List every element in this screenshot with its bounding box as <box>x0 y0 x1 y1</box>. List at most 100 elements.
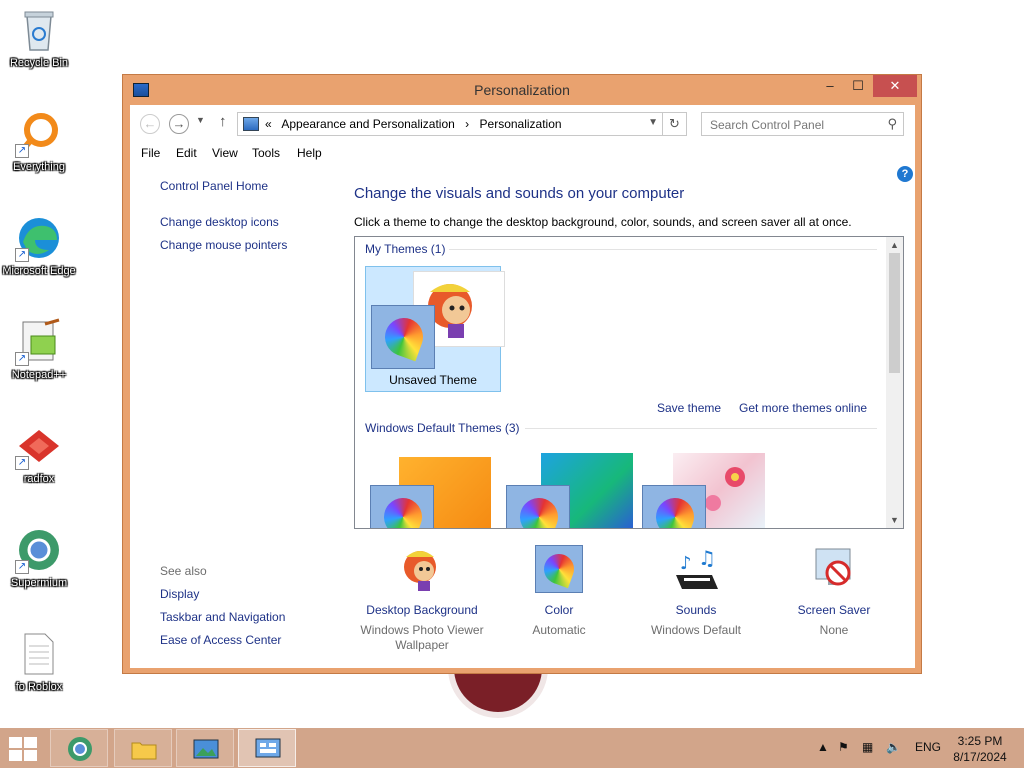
back-button[interactable]: ← <box>140 114 160 134</box>
my-themes-header: My Themes (1) <box>365 242 446 256</box>
screen-saver-item[interactable]: Screen Saver None <box>766 545 902 638</box>
show-hidden-icons-chevron-up-icon[interactable]: ▲ <box>817 740 829 754</box>
windows-logo-icon <box>9 737 22 748</box>
search-icon: ⚲ <box>887 116 897 131</box>
get-more-themes-link[interactable]: Get more themes online <box>739 401 867 415</box>
theme-windows[interactable] <box>365 449 501 528</box>
clock-time: 3:25 PM <box>957 734 1003 748</box>
start-button[interactable] <box>9 737 39 761</box>
shortcut-arrow-icon: ↗ <box>15 456 29 470</box>
color-label[interactable]: Color <box>491 603 627 617</box>
breadcrumb-personalization[interactable]: Personalization <box>480 117 562 131</box>
search-input[interactable]: Search Control Panel ⚲ <box>701 112 904 136</box>
desktop-icon-supermium[interactable]: ↗ Supermium <box>2 526 76 590</box>
change-mouse-pointers-link[interactable]: Change mouse pointers <box>160 238 287 252</box>
clock[interactable]: 3:25 PM 8/17/2024 <box>950 733 1010 765</box>
text-file-icon <box>15 630 63 678</box>
input-language[interactable]: ENG <box>915 740 941 754</box>
help-icon[interactable]: ? <box>897 166 913 182</box>
save-theme-link[interactable]: Save theme <box>657 401 721 415</box>
navigation-bar: ← → ▼ ↑ « Appearance and Personalization… <box>130 105 915 141</box>
menu-view[interactable]: View <box>212 146 238 160</box>
sounds-label[interactable]: Sounds <box>628 603 764 617</box>
desktop-background-value: Windows Photo Viewer Wallpaper <box>360 623 484 652</box>
refresh-icon[interactable]: ↻ <box>662 113 686 135</box>
screen-saver-value: None <box>819 623 849 637</box>
recent-locations-chevron-down-icon[interactable]: ▼ <box>196 115 205 125</box>
scrollbar-thumb[interactable] <box>889 253 900 373</box>
themes-scrollbar[interactable]: ▲ ▼ <box>886 237 903 528</box>
clock-date: 8/17/2024 <box>953 750 1007 764</box>
scroll-up-icon[interactable]: ▲ <box>886 237 903 253</box>
desktop-icon-microsoft-edge[interactable]: ↗ Microsoft Edge <box>2 214 76 278</box>
taskbar-photo-viewer[interactable] <box>176 729 234 767</box>
edge-icon: ↗ <box>15 214 63 262</box>
maximize-button[interactable]: ☐ <box>845 75 871 97</box>
menu-tools[interactable]: Tools <box>252 146 280 160</box>
menu-edit[interactable]: Edit <box>176 146 197 160</box>
color-swatch-icon <box>506 485 570 528</box>
title-bar[interactable]: Personalization – ☐ ✕ <box>123 75 921 105</box>
desktop-icon-label: fo Roblox <box>15 681 63 693</box>
taskbar-control-panel[interactable] <box>238 729 296 767</box>
theme-name: Unsaved Theme <box>389 373 477 387</box>
notepad-plus-plus-icon: ↗ <box>15 318 63 366</box>
breadcrumb: « Appearance and Personalization › Perso… <box>265 117 569 131</box>
desktop-icon-label: Recycle Bin <box>9 57 69 69</box>
minimize-button[interactable]: – <box>817 75 843 97</box>
breadcrumb-appearance[interactable]: Appearance and Personalization <box>281 117 454 131</box>
forward-button[interactable]: → <box>169 114 189 134</box>
close-button[interactable]: ✕ <box>873 75 917 97</box>
folder-icon <box>130 735 158 763</box>
color-icon <box>535 545 583 593</box>
menu-help[interactable]: Help <box>297 146 322 160</box>
screen-saver-icon <box>810 545 858 593</box>
page-title: Change the visuals and sounds on your co… <box>354 185 685 202</box>
desktop-icon-label: radfox <box>23 473 55 485</box>
sounds-item[interactable]: ♪ ♫ Sounds Windows Default <box>628 545 764 638</box>
change-desktop-icons-link[interactable]: Change desktop icons <box>160 215 279 229</box>
screen-saver-label[interactable]: Screen Saver <box>766 603 902 617</box>
taskbar-file-explorer[interactable] <box>114 729 172 767</box>
svg-text:♫: ♫ <box>698 546 716 570</box>
taskbar-supermium[interactable] <box>50 729 108 767</box>
desktop-background-item[interactable]: Desktop Background Windows Photo Viewer … <box>354 545 490 653</box>
desktop-icon-recycle-bin[interactable]: Recycle Bin <box>2 6 76 70</box>
default-themes-header: Windows Default Themes (3) <box>365 421 520 435</box>
address-chevron-down-icon[interactable]: ▼ <box>648 117 658 128</box>
desktop-icon-radfox[interactable]: ↗ radfox <box>2 422 76 486</box>
taskbar-navigation-link[interactable]: Taskbar and Navigation <box>160 610 285 624</box>
color-item[interactable]: Color Automatic <box>491 545 627 638</box>
theme-unsaved[interactable]: Unsaved Theme <box>365 266 505 392</box>
desktop-icon-roblox-file[interactable]: fo Roblox <box>2 630 76 694</box>
desktop-icon-label: Everything <box>13 161 65 173</box>
desktop-icon-notepad-plus-plus[interactable]: ↗ Notepad++ <box>2 318 76 382</box>
control-panel-home-link[interactable]: Control Panel Home <box>160 179 268 193</box>
group-divider <box>525 428 877 429</box>
up-arrow-icon[interactable]: ↑ <box>219 113 227 130</box>
address-bar[interactable]: « Appearance and Personalization › Perso… <box>237 112 687 136</box>
display-link[interactable]: Display <box>160 587 199 601</box>
breadcrumb-overflow[interactable]: « <box>265 117 272 131</box>
desktop-icon-label: Notepad++ <box>11 369 67 381</box>
personalization-window: Personalization – ☐ ✕ ← → ▼ ↑ « Appearan… <box>122 74 922 674</box>
theme-flowers[interactable] <box>637 449 773 528</box>
supermium-icon <box>66 735 94 763</box>
desktop-background-label[interactable]: Desktop Background <box>354 603 490 617</box>
network-icon[interactable]: ▦ <box>862 740 873 754</box>
ease-of-access-link[interactable]: Ease of Access Center <box>160 633 281 647</box>
control-panel-icon <box>254 735 282 763</box>
desktop-icon-everything[interactable]: ↗ Everything <box>2 110 76 174</box>
everything-icon: ↗ <box>15 110 63 158</box>
themes-list[interactable]: My Themes (1) Unsaved Theme Save theme G… <box>354 236 904 529</box>
shortcut-arrow-icon: ↗ <box>15 352 29 366</box>
action-center-flag-icon[interactable]: ⚑ <box>838 740 849 754</box>
theme-lines-and-colors[interactable] <box>501 449 637 528</box>
breadcrumb-separator[interactable]: › <box>465 117 469 131</box>
volume-muted-icon[interactable]: 🔈 <box>886 740 901 754</box>
menu-file[interactable]: File <box>141 146 160 160</box>
group-divider <box>449 249 877 250</box>
scroll-down-icon[interactable]: ▼ <box>886 512 903 528</box>
color-value: Automatic <box>532 623 586 637</box>
desktop-icon-label: Supermium <box>10 577 68 589</box>
